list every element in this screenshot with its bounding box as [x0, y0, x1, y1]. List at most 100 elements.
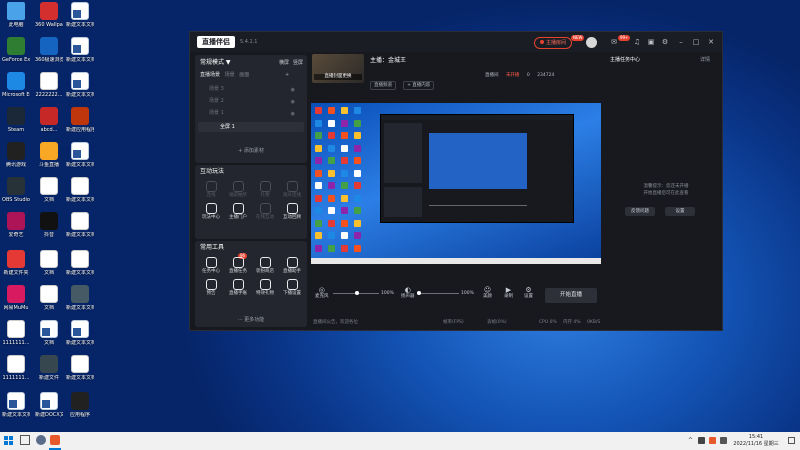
- tool-button[interactable]: 连线: [199, 181, 223, 199]
- speaker-volume-knob[interactable]: [417, 291, 421, 295]
- desktop-icon[interactable]: 新建文本文档: [66, 177, 94, 203]
- desktop-icon[interactable]: 斗鱼直播: [35, 142, 63, 168]
- taskbar-app-icon[interactable]: [36, 435, 46, 445]
- tool-button[interactable]: 下播设置: [280, 279, 304, 297]
- add-scene-icon[interactable]: +: [285, 72, 289, 79]
- stream-preview[interactable]: [311, 103, 601, 264]
- windows-start-icon[interactable]: [4, 436, 14, 446]
- desktop-icon[interactable]: 新建文件: [35, 355, 63, 381]
- eye-icon[interactable]: ◉: [291, 99, 295, 106]
- mic-button[interactable]: ◎ 麦克风: [315, 286, 329, 300]
- avatar[interactable]: [586, 37, 597, 48]
- tool-button[interactable]: 玩法中心: [199, 203, 223, 221]
- close-icon[interactable]: ✕: [707, 38, 715, 46]
- desktop-icon[interactable]: 新建文本文档: [66, 355, 94, 381]
- tool-button[interactable]: 特效礼物: [253, 279, 277, 297]
- tool-button[interactable]: 直播手账: [226, 279, 250, 297]
- record-button[interactable]: ▶ 录制: [504, 286, 513, 300]
- desktop-icon[interactable]: 文档: [35, 177, 63, 203]
- tool-button[interactable]: 直播助手: [280, 257, 304, 275]
- mic-volume-knob[interactable]: [355, 291, 359, 295]
- chat-icon[interactable]: ✉: [610, 38, 618, 46]
- desktop-icon[interactable]: 新建文本文档: [2, 392, 30, 418]
- settings-button[interactable]: ⚙ 设置: [524, 286, 533, 300]
- desktop-icon[interactable]: 文档: [35, 285, 63, 311]
- desktop-icon[interactable]: 爱奇艺: [2, 212, 30, 238]
- tool-button[interactable]: 直播任务: [226, 257, 250, 275]
- tool-button[interactable]: 福袋抽奖: [226, 181, 250, 199]
- tool-button[interactable]: 在线互动: [253, 203, 277, 221]
- live-room-button[interactable]: 主播房间: [534, 37, 573, 49]
- task-view-icon[interactable]: [20, 435, 30, 445]
- eye-icon[interactable]: ◉: [291, 87, 295, 94]
- desktop-icon[interactable]: 新建应用程序: [66, 107, 94, 133]
- desktop-icon[interactable]: 新建文本文档: [66, 72, 94, 98]
- stream-tag[interactable]: 直播频道: [370, 81, 396, 90]
- desktop-icon[interactable]: 360极速浏览器: [35, 37, 63, 63]
- scene-tab-picture[interactable]: 画面: [239, 72, 249, 78]
- feedback-button[interactable]: 反馈问题: [625, 207, 655, 216]
- scene-item[interactable]: 场景 1 ◉: [209, 110, 303, 120]
- right-settings-button[interactable]: 设置: [665, 207, 695, 216]
- live-companion-taskbar-icon[interactable]: [50, 435, 60, 445]
- stream-cover[interactable]: 直播封面更换: [312, 54, 364, 83]
- speaker-volume-slider[interactable]: [417, 291, 459, 295]
- anchor-name[interactable]: 主播：金城王: [370, 57, 406, 65]
- minimize-icon[interactable]: –: [677, 38, 685, 46]
- desktop-icon[interactable]: 抖音: [35, 212, 63, 238]
- scene-tab-scene[interactable]: 场景: [225, 72, 235, 78]
- mode-selector[interactable]: 常规模式 ▼: [200, 59, 231, 67]
- mic-volume-slider[interactable]: [333, 291, 379, 295]
- desktop-icon[interactable]: 1111111...: [2, 355, 30, 381]
- start-live-button[interactable]: 开始直播: [545, 288, 597, 303]
- desktop-icon[interactable]: GeForce Experience: [2, 37, 30, 63]
- tool-button[interactable]: 装扮商店: [253, 257, 277, 275]
- desktop-icon[interactable]: OBS Studio: [2, 177, 30, 203]
- shirt-icon[interactable]: ▣: [647, 38, 655, 46]
- desktop-icon[interactable]: Steam: [2, 107, 30, 133]
- tool-button[interactable]: 任务中心: [199, 257, 223, 275]
- desktop-icon[interactable]: Microsoft Edge: [2, 72, 30, 98]
- desktop-icon[interactable]: 此电脑: [2, 2, 30, 28]
- desktop-icon[interactable]: abcd...: [35, 107, 63, 133]
- tool-button[interactable]: 礼物: [253, 181, 277, 199]
- speaker-button[interactable]: ◐ 扬声器: [401, 286, 415, 300]
- desktop-icon[interactable]: 腾讯游戏: [2, 142, 30, 168]
- notice-text[interactable]: 直播间公告，欢迎各位: [313, 320, 358, 326]
- desktop-icon[interactable]: 新建文本文档: [66, 285, 94, 311]
- tray-app-icon[interactable]: [709, 437, 716, 444]
- stream-tag[interactable]: + 直播内容: [403, 81, 435, 90]
- beauty-button[interactable]: ☺ 美颜: [483, 286, 492, 300]
- notification-icon[interactable]: [788, 437, 795, 444]
- desktop-icon[interactable]: 新建文本文档: [66, 212, 94, 238]
- tool-button[interactable]: 预告: [199, 279, 223, 297]
- scene-tab-live[interactable]: 直播场景: [200, 72, 220, 78]
- desktop-icon[interactable]: 新建文本文档: [66, 2, 94, 28]
- desktop-icon[interactable]: 新建文本文档: [66, 320, 94, 346]
- desktop-icon[interactable]: 360 Wallpaper: [35, 2, 63, 28]
- desktop-icon[interactable]: 新建文本文档: [66, 37, 94, 63]
- tool-button[interactable]: 主播门户: [226, 203, 250, 221]
- eye-icon[interactable]: ◉: [291, 111, 295, 118]
- desktop-icon[interactable]: 1111111...: [2, 320, 30, 346]
- add-source-button[interactable]: + 添加素材: [195, 148, 307, 155]
- desktop-icon[interactable]: 网易MuMu: [2, 285, 30, 311]
- desktop-icon[interactable]: 2222222...: [35, 72, 63, 98]
- portrait-tab[interactable]: 竖屏: [293, 60, 303, 67]
- desktop-icon[interactable]: 新建DOCX文档: [35, 392, 63, 418]
- room-label[interactable]: 直播间: [485, 73, 499, 78]
- scene-item[interactable]: 场景 3 ◉: [209, 86, 303, 96]
- desktop-icon[interactable]: 新建文本文档: [66, 142, 94, 168]
- scene-item[interactable]: 场景 2 ◉: [209, 98, 303, 108]
- system-clock[interactable]: 15:41 2022/11/16 星期三: [728, 434, 784, 448]
- desktop-icon[interactable]: 新建文件夹: [2, 250, 30, 276]
- tray-chevron-icon[interactable]: ^: [688, 437, 693, 444]
- tool-button[interactable]: 互动回顾: [280, 203, 304, 221]
- desktop-icon[interactable]: 新建文本文档: [66, 250, 94, 276]
- tray-volume-icon[interactable]: [720, 437, 727, 444]
- desktop-icon[interactable]: 文档: [35, 250, 63, 276]
- task-center-detail[interactable]: 详情: [700, 57, 710, 64]
- desktop-icon[interactable]: 应用程序: [66, 392, 94, 418]
- settings-icon[interactable]: ⚙: [661, 38, 669, 46]
- scene-item-active[interactable]: 全屏 1: [198, 122, 304, 132]
